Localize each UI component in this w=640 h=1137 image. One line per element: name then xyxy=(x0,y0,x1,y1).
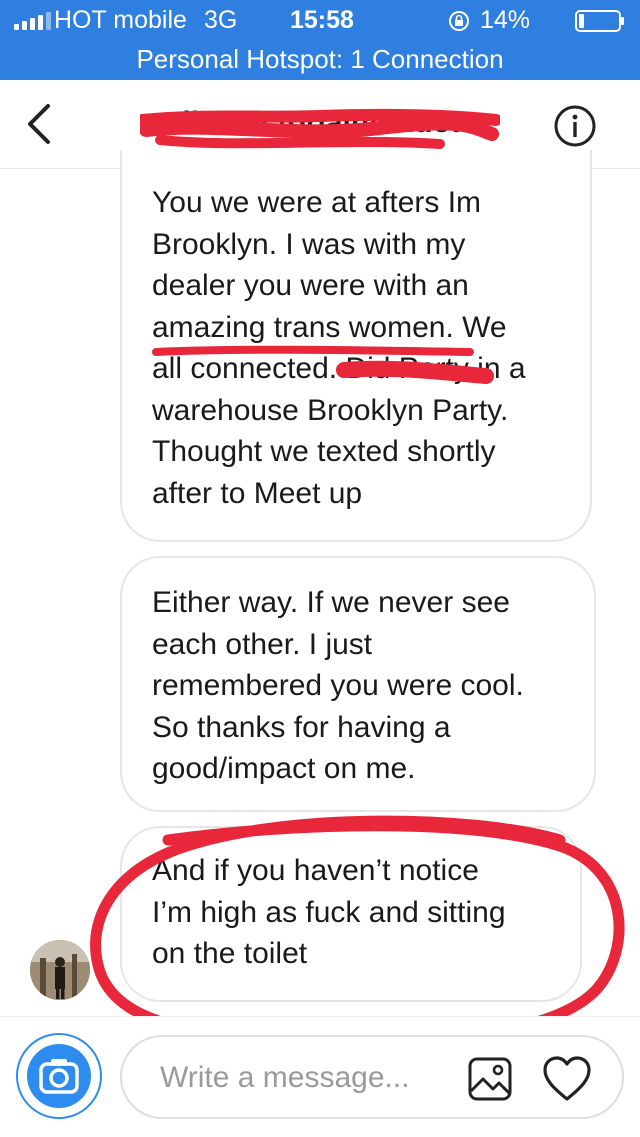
status-row: HOT mobile 3G 15:58 14% xyxy=(0,0,640,40)
chevron-left-icon[interactable] xyxy=(22,102,56,146)
hotspot-banner[interactable]: Personal Hotspot: 1 Connection xyxy=(0,40,640,78)
avatar-photo xyxy=(30,940,90,1000)
battery-percent: 14% xyxy=(480,6,531,34)
rotation-lock-icon xyxy=(449,11,469,31)
network-type: 3G xyxy=(204,6,238,34)
message-text: And if you haven’t notice I’m high as fu… xyxy=(152,854,506,970)
battery-icon xyxy=(575,10,624,32)
avatar[interactable] xyxy=(30,940,90,1000)
message-bubble[interactable]: Either way. If we never see each other. … xyxy=(120,556,596,812)
status-time: 15:58 xyxy=(290,6,354,34)
message-bubble[interactable]: You we were at afters Im Brooklyn. I was… xyxy=(120,150,592,542)
status-bar: HOT mobile 3G 15:58 14% Personal Hotspot… xyxy=(0,0,640,80)
message-text: You we were at afters Im Brooklyn. I was… xyxy=(152,186,526,510)
signal-strength-icon xyxy=(14,12,51,30)
heart-icon[interactable] xyxy=(542,1055,592,1103)
username-redaction-scribble xyxy=(140,108,500,149)
message-input[interactable] xyxy=(158,1057,462,1099)
gallery-icon[interactable] xyxy=(468,1057,512,1101)
camera-icon xyxy=(27,1044,91,1108)
message-text: Either way. If we never see each other. … xyxy=(152,586,524,785)
message-input-container[interactable] xyxy=(120,1035,624,1119)
message-bubble[interactable]: And if you haven’t notice I’m high as fu… xyxy=(120,826,582,1002)
info-icon[interactable] xyxy=(553,104,597,148)
carrier-name: HOT mobile xyxy=(54,6,187,34)
message-composer xyxy=(0,1016,640,1137)
camera-button[interactable] xyxy=(16,1033,102,1119)
